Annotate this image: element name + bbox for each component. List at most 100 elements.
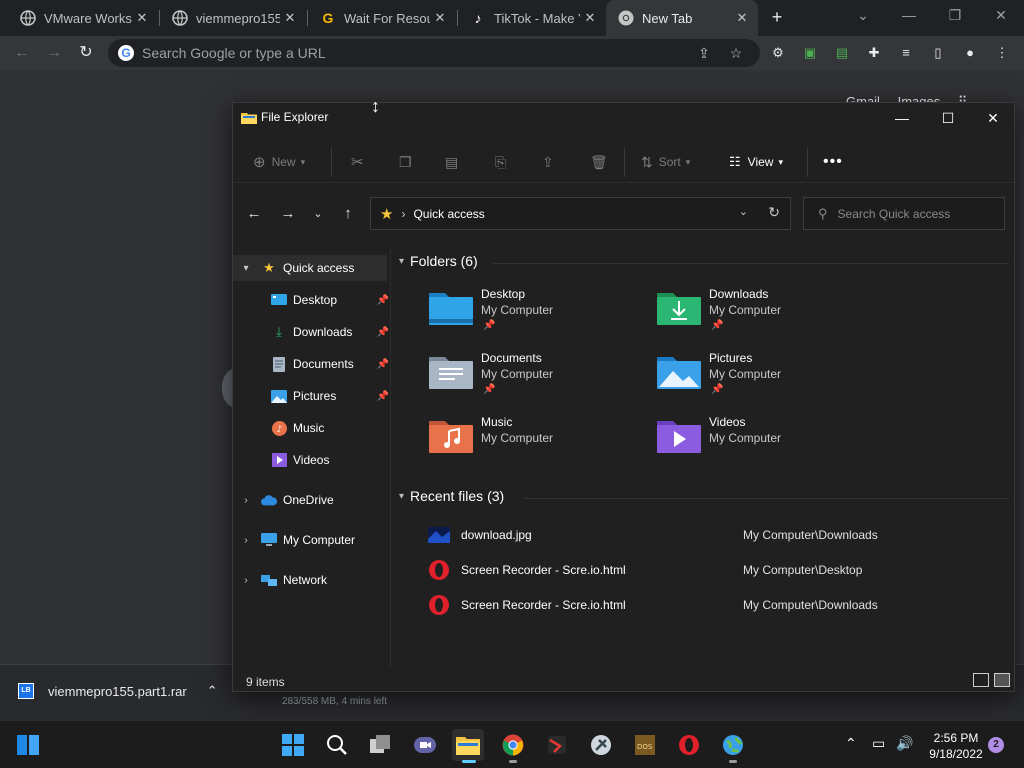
tiles-view-icon[interactable] — [994, 673, 1010, 687]
tools-app-icon[interactable] — [585, 729, 617, 761]
chevron-right-icon[interactable]: › — [239, 495, 253, 506]
copy-icon[interactable]: ❐ — [399, 151, 412, 173]
recent-locations-icon[interactable]: ⌄ — [307, 203, 329, 225]
extension-icon[interactable]: ⚙ — [768, 43, 788, 63]
forward-icon[interactable]: → — [42, 41, 66, 65]
rename-icon[interactable]: ⎘ — [495, 151, 506, 173]
sidebar-item-desktop[interactable]: Desktop 📌 — [271, 287, 389, 313]
more-options-icon[interactable]: ••• — [823, 151, 843, 173]
close-window-icon[interactable]: ✕ — [970, 103, 1016, 133]
breadcrumb-location[interactable]: Quick access — [413, 207, 484, 221]
chevron-right-icon[interactable]: › — [239, 575, 253, 586]
new-button[interactable]: ⊕ New ▾ — [253, 151, 305, 173]
close-tab-icon[interactable]: ✕ — [280, 10, 300, 26]
sidebar-item-videos[interactable]: Videos — [271, 447, 389, 473]
folder-tile-desktop[interactable]: Desktop My Computer 📌 — [429, 287, 649, 343]
widgets-icon[interactable] — [12, 729, 44, 761]
back-icon[interactable]: ← — [243, 203, 265, 225]
folder-tile-music[interactable]: Music My Computer — [429, 415, 649, 471]
file-explorer-taskbar-icon[interactable] — [452, 729, 484, 763]
folder-tile-documents[interactable]: Documents My Computer 📌 — [429, 351, 649, 407]
sidebar-item-downloads[interactable]: ⤓ Downloads 📌 — [271, 319, 389, 345]
refresh-icon[interactable]: ↻ — [768, 204, 780, 221]
notification-badge[interactable]: 2 — [988, 737, 1004, 753]
search-input[interactable] — [837, 206, 988, 221]
sidebar-item-documents[interactable]: Documents 📌 — [271, 351, 389, 377]
dos-app-icon[interactable]: DOS — [629, 729, 661, 761]
chevron-right-icon[interactable]: › — [239, 535, 253, 546]
browser-tab[interactable]: ♪ TikTok - Make Y ✕ — [458, 0, 606, 36]
sidebar-item-quick-access[interactable]: ▾ ★ Quick access — [233, 255, 387, 281]
sidebar-item-onedrive[interactable]: › OneDrive — [233, 487, 333, 513]
close-tab-icon[interactable]: ✕ — [732, 10, 752, 26]
browser-tab[interactable]: viemmepro155. ✕ — [160, 0, 306, 36]
browser-tab[interactable]: VMware Workst ✕ — [8, 0, 158, 36]
opera-icon[interactable] — [673, 729, 705, 761]
sidebar-item-music[interactable]: ♪ Music — [271, 415, 389, 441]
browser-tab[interactable]: G Wait For Resou ✕ — [308, 0, 456, 36]
sidebar-item-my-computer[interactable]: › My Computer — [233, 527, 355, 553]
download-item[interactable]: LB viemmepro155.part1.rar ⌃ — [18, 683, 218, 699]
back-icon[interactable]: ← — [10, 41, 34, 65]
bookmark-star-icon[interactable]: ☆ — [726, 43, 746, 63]
recent-file-row[interactable]: Screen Recorder - Scre.io.html My Comput… — [427, 558, 1007, 582]
volume-icon[interactable]: 🔊 — [896, 735, 913, 752]
globe-app-icon[interactable] — [717, 729, 749, 763]
extension-icon[interactable]: ▤ — [832, 43, 852, 63]
cut-icon[interactable]: ✂ — [351, 151, 364, 173]
recent-file-row[interactable]: download.jpg My Computer\Downloads — [427, 523, 1007, 547]
search-icon[interactable] — [321, 729, 353, 761]
explorer-titlebar[interactable]: File Explorer — ☐ ✕ — [233, 103, 1014, 133]
start-windows-icon[interactable] — [277, 729, 309, 761]
kali-app-icon[interactable] — [541, 729, 573, 761]
chrome-icon[interactable] — [497, 729, 529, 763]
folder-tile-pictures[interactable]: Pictures My Computer 📌 — [657, 351, 877, 407]
recent-file-row[interactable]: Screen Recorder - Scre.io.html My Comput… — [427, 593, 1007, 617]
delete-icon[interactable]: 🗑 — [590, 151, 608, 173]
chevron-down-icon[interactable]: ▾ — [239, 263, 253, 274]
up-icon[interactable]: ↑ — [337, 203, 359, 225]
close-window-icon[interactable]: ✕ — [978, 0, 1024, 30]
system-clock[interactable]: 2:56 PM 9/18/2022 — [924, 730, 988, 762]
puzzle-extensions-icon[interactable]: ✚ — [864, 43, 884, 63]
media-controls-icon[interactable]: ≡ — [896, 43, 916, 63]
folder-tile-downloads[interactable]: Downloads My Computer 📌 — [657, 287, 877, 343]
explorer-search[interactable]: ⚲ — [803, 197, 1005, 230]
share-icon[interactable]: ⇪ — [542, 151, 554, 173]
chevron-up-icon[interactable]: ⌃ — [845, 735, 857, 752]
side-panel-icon[interactable]: ▯ — [928, 43, 948, 63]
share-icon[interactable]: ⇪ — [694, 43, 714, 63]
close-tab-icon[interactable]: ✕ — [132, 10, 152, 26]
omnibox[interactable]: G Search Google or type a URL ⇪ ☆ — [108, 39, 760, 67]
task-view-icon[interactable] — [365, 729, 397, 761]
extension-icon[interactable]: ▣ — [800, 43, 820, 63]
view-button[interactable]: ☷ View ▾ — [729, 151, 783, 173]
close-tab-icon[interactable]: ✕ — [580, 10, 600, 26]
folder-tile-videos[interactable]: Videos My Computer — [657, 415, 877, 471]
profile-icon[interactable]: ● — [960, 43, 980, 63]
reload-icon[interactable]: ↻ — [74, 41, 98, 65]
sort-button[interactable]: ⇅ Sort ▾ — [641, 151, 690, 173]
network-tray-icon[interactable]: ▭ — [872, 735, 885, 752]
chevron-down-icon[interactable]: ⌄ — [739, 205, 748, 218]
minimize-icon[interactable]: — — [879, 103, 925, 133]
new-tab-button[interactable]: + — [766, 6, 788, 28]
folders-group-header[interactable]: ▾ Folders (6) — [399, 253, 478, 269]
menu-kebab-icon[interactable]: ⋮ — [992, 43, 1012, 63]
details-view-icon[interactable] — [973, 673, 989, 687]
restore-icon[interactable]: ❐ — [932, 0, 978, 30]
chevron-down-icon: ▾ — [778, 156, 783, 167]
minimize-icon[interactable]: — — [886, 0, 932, 30]
sidebar-item-pictures[interactable]: Pictures 📌 — [271, 383, 389, 409]
chevron-up-icon[interactable]: ⌃ — [207, 683, 218, 699]
close-tab-icon[interactable]: ✕ — [430, 10, 450, 26]
recent-group-header[interactable]: ▾ Recent files (3) — [399, 488, 504, 504]
tab-search-icon[interactable]: ⌄ — [840, 0, 886, 30]
browser-tab-active[interactable]: New Tab ✕ — [606, 0, 758, 36]
teams-chat-icon[interactable] — [409, 729, 441, 761]
maximize-icon[interactable]: ☐ — [925, 103, 971, 133]
address-bar[interactable]: ★ › Quick access ⌄ ↻ — [370, 197, 791, 230]
forward-icon[interactable]: → — [277, 203, 299, 225]
paste-icon[interactable]: ▤ — [445, 151, 458, 173]
sidebar-item-network[interactable]: › Network — [233, 567, 327, 593]
